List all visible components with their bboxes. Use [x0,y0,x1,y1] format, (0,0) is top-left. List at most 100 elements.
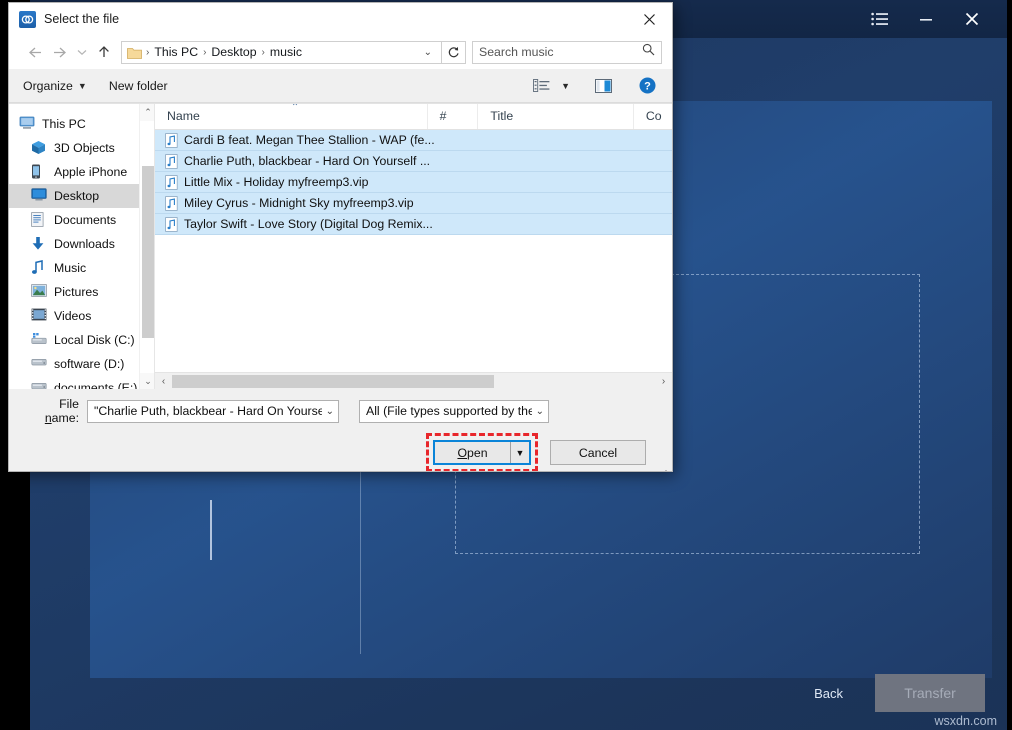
sidebar-item-3d-objects[interactable]: 3D Objects [9,136,155,160]
new-folder-button[interactable]: New folder [109,79,168,93]
list-menu-icon[interactable] [857,0,903,38]
music-file-icon [165,133,178,148]
hscroll-track[interactable] [172,373,655,390]
cancel-button[interactable]: Cancel [550,440,646,465]
file-list-horizontal-scrollbar[interactable]: ‹ › [155,372,672,389]
column-header-name[interactable]: ⌃ Name [155,104,427,129]
table-row[interactable]: Miley Cyrus - Midnight Sky myfreemp3.vip [155,193,672,214]
recent-locations-chevron-down-icon[interactable] [73,39,91,65]
app-logo-icon [19,11,36,28]
table-row[interactable]: Little Mix - Holiday myfreemp3.vip [155,172,672,193]
documents-icon [31,212,47,228]
search-input[interactable]: Search music [472,41,662,64]
file-list-header: ⌃ Name # Title Co [155,104,672,130]
column-label: # [440,109,447,123]
sidebar-label: Local Disk (C:) [54,333,135,347]
organize-button[interactable]: Organize [23,79,73,93]
desktop-icon [31,188,47,204]
sidebar-item-music[interactable]: Music [9,256,155,280]
sidebar-item-software-d[interactable]: software (D:) [9,352,155,376]
dialog-navbar: › This PC › Desktop › music ⌄ Search mus… [9,35,672,69]
preview-pane-icon[interactable] [588,73,618,99]
filename-chevron-down-icon[interactable]: ⌄ [322,406,334,417]
open-button[interactable]: Open ▼ [433,440,531,465]
breadcrumb-desktop[interactable]: Desktop [207,45,260,59]
downloads-icon [31,236,47,252]
music-file-icon [165,175,178,190]
filetype-value: All (File types supported by the [366,404,532,418]
sidebar-item-apple-iphone[interactable]: Apple iPhone [9,160,155,184]
sidebar-item-downloads[interactable]: Downloads [9,232,155,256]
table-row[interactable]: Cardi B feat. Megan Thee Stallion - WAP … [155,130,672,151]
close-icon[interactable] [949,0,995,38]
sidebar-item-this-pc[interactable]: This PC [9,112,155,136]
dialog-main: This PC 3D Objects [9,103,672,389]
open-button-highlight-annotation: Open ▼ [426,433,538,472]
help-icon[interactable]: ? [632,73,662,99]
filetype-select[interactable]: All (File types supported by the ⌄ [359,400,549,423]
filetype-chevron-down-icon[interactable]: ⌄ [532,406,544,417]
breadcrumb-music[interactable]: music [266,45,306,59]
drive-icon [31,356,47,372]
sidebar-item-local-disk-c[interactable]: Local Disk (C:) [9,328,155,352]
arrow-left-icon[interactable] [21,39,47,65]
column-label: Co [646,109,662,123]
sidebar-label: Documents [54,213,116,227]
filename-input[interactable]: "Charlie Puth, blackbear - Hard On Yours… [87,400,339,423]
dialog-buttons: Open ▼ Cancel [23,433,658,472]
navigation-tree: This PC 3D Objects [9,104,155,389]
organize-chevron-down-icon[interactable]: ▼ [78,81,87,91]
sidebar-item-documents[interactable]: Documents [9,208,155,232]
sidebar-label: Downloads [54,237,115,251]
phone-icon [31,164,47,180]
breadcrumb-this-pc[interactable]: This PC [150,45,202,59]
column-header-track-number[interactable]: # [427,104,478,129]
view-list-icon[interactable] [526,73,556,99]
tree-scrollbar[interactable]: ⌃ ⌄ [139,104,155,390]
address-breadcrumb-bar[interactable]: › This PC › Desktop › music ⌄ [121,41,442,64]
open-split-chevron-down-icon[interactable]: ▼ [510,442,529,463]
minimize-icon[interactable] [903,0,949,38]
search-placeholder: Search music [479,45,642,59]
sidebar-item-pictures[interactable]: Pictures [9,280,155,304]
dialog-close-icon[interactable] [626,3,672,35]
transfer-button[interactable]: Transfer [875,674,985,712]
resize-grip[interactable] [658,469,668,472]
hscroll-right-icon[interactable]: › [655,373,672,390]
column-label: Name [167,109,200,123]
hscroll-thumb[interactable] [172,375,494,388]
column-header-title[interactable]: Title [477,104,632,129]
3d-objects-icon [31,140,47,156]
file-name: Cardi B feat. Megan Thee Stallion - WAP … [184,133,435,147]
file-name: Miley Cyrus - Midnight Sky myfreemp3.vip [184,196,414,210]
sidebar-label: Desktop [54,189,99,203]
dialog-titlebar: Select the file [9,3,672,35]
filename-row: File name: "Charlie Puth, blackbear - Ha… [23,397,658,425]
address-chevron-down-icon[interactable]: ⌄ [418,47,438,58]
sidebar-item-videos[interactable]: Videos [9,304,155,328]
file-name: Taylor Swift - Love Story (Digital Dog R… [184,217,433,231]
folder-icon [127,46,142,59]
screen: ...mputer to iPhone ...photos, videos an… [0,0,1012,730]
sort-ascending-icon: ⌃ [291,104,299,113]
refresh-icon[interactable] [442,41,466,64]
column-header-contributing[interactable]: Co [633,104,672,129]
table-row[interactable]: Charlie Puth, blackbear - Hard On Yourse… [155,151,672,172]
table-row[interactable]: Taylor Swift - Love Story (Digital Dog R… [155,214,672,235]
sidebar-item-desktop[interactable]: Desktop [9,184,155,208]
open-button-label: Open [435,442,510,463]
sidebar-label: software (D:) [54,357,124,371]
sidebar-label: Pictures [54,285,98,299]
filename-label: File name: [23,397,79,425]
view-chevron-down-icon[interactable]: ▼ [561,81,570,91]
computer-icon [19,116,35,132]
music-file-icon [165,154,178,169]
local-disk-icon [31,332,47,348]
arrow-up-icon[interactable] [91,39,117,65]
watermark: wsxdn.com [934,714,997,728]
sidebar-label: Videos [54,309,91,323]
tree-scrollbar-thumb[interactable] [142,166,154,338]
back-button[interactable]: Back [806,680,851,707]
arrow-right-icon[interactable] [47,39,73,65]
hscroll-left-icon[interactable]: ‹ [155,373,172,390]
